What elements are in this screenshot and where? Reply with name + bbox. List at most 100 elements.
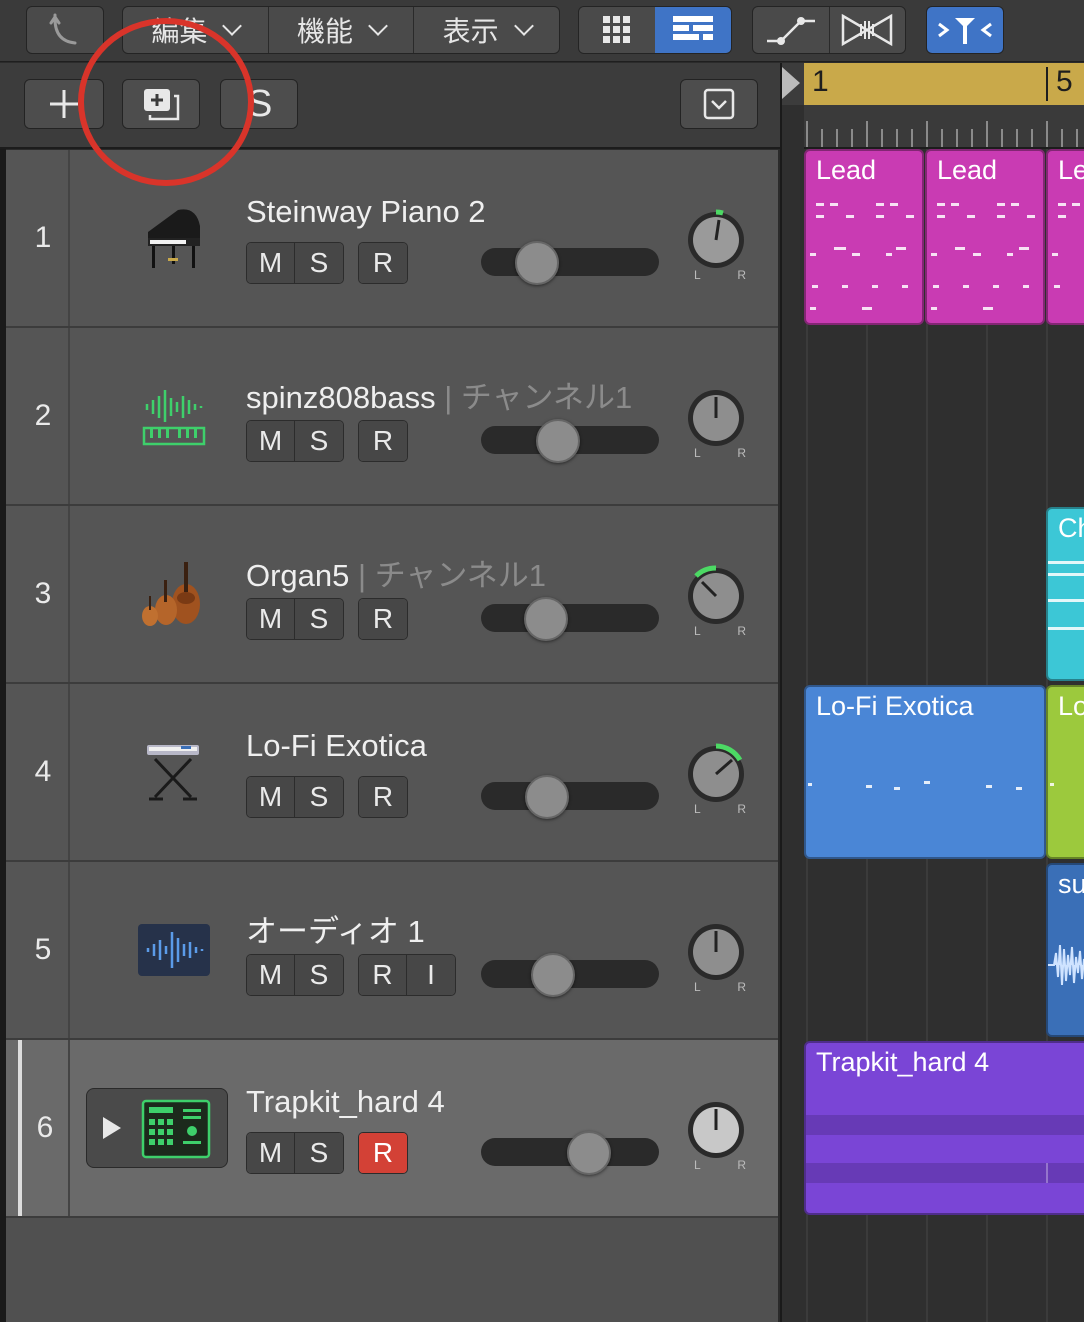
audio-region[interactable]: su <box>1046 863 1084 1037</box>
track-row[interactable]: 4 Lo-Fi Exotica M S R L R <box>6 684 778 862</box>
mute-button[interactable]: M <box>247 1133 295 1173</box>
grid-icon <box>603 16 630 43</box>
track-name[interactable]: Organ5 | チャンネル1 <box>246 550 546 595</box>
region-title: Lead <box>816 155 877 185</box>
region-title: su <box>1058 869 1084 899</box>
pan-knob[interactable] <box>684 386 748 450</box>
track-name[interactable]: Steinway Piano 2 <box>246 194 486 230</box>
record-enable-button[interactable]: R <box>359 243 407 283</box>
volume-fader[interactable] <box>481 419 659 463</box>
solo-button[interactable]: S <box>295 955 343 995</box>
mute-button[interactable]: M <box>247 599 295 639</box>
track-number: 3 <box>18 506 70 682</box>
solo-button[interactable]: S <box>295 421 343 461</box>
tracks-view-button[interactable] <box>655 7 731 53</box>
mute-button[interactable]: M <box>247 955 295 995</box>
track-name[interactable]: spinz808bass | チャンネル1 <box>246 372 632 417</box>
solo-button[interactable]: S <box>295 243 343 283</box>
beat-ruler[interactable] <box>804 105 1084 149</box>
track-name[interactable]: Lo-Fi Exotica <box>246 728 427 764</box>
record-enable-button[interactable]: R <box>359 421 407 461</box>
region-title: Lo-Fi Exotica <box>816 691 974 721</box>
ruler-marker[interactable] <box>782 63 804 105</box>
fader-knob[interactable] <box>536 419 580 463</box>
input-monitor-button[interactable]: I <box>407 955 455 995</box>
track-channel-label: | チャンネル1 <box>358 558 547 593</box>
track-row[interactable]: 3 Organ5 | チャンネル1 M S R L R <box>6 506 778 684</box>
waveform-icon <box>1048 944 1084 986</box>
bar-ruler[interactable]: 1 5 <box>804 63 1084 105</box>
fader-knob[interactable] <box>525 775 569 819</box>
menu-functions[interactable]: 機能 <box>269 7 415 53</box>
play-triangle-icon <box>103 1117 121 1139</box>
track-buttons: M S R <box>246 776 408 818</box>
pan-knob[interactable] <box>684 920 748 984</box>
track-name-text: Trapkit_hard 4 <box>246 1084 445 1119</box>
record-enable-button-armed[interactable]: R <box>359 1133 407 1173</box>
mute-button[interactable]: M <box>247 243 295 283</box>
midi-region[interactable]: Lead <box>925 149 1045 325</box>
pan-knob[interactable] <box>684 564 748 628</box>
fader-knob[interactable] <box>567 1131 611 1175</box>
catch-playhead-button[interactable] <box>926 6 1004 54</box>
track-number: 1 <box>18 150 70 326</box>
drum-machine-designer-button[interactable] <box>86 1088 228 1168</box>
flex-button[interactable] <box>830 7 906 53</box>
pan-lr-labels: LR <box>694 980 746 994</box>
midi-region[interactable]: Lo <box>1046 685 1084 859</box>
track-name[interactable]: Trapkit_hard 4 <box>246 1084 445 1120</box>
record-enable-button[interactable]: R <box>359 599 407 639</box>
flex-time-icon <box>842 13 893 47</box>
chevron-down-icon <box>513 16 534 36</box>
track-row[interactable]: 6 Trapkit_hard 4 M S R L R <box>6 1040 778 1218</box>
track-header-options-button[interactable] <box>680 79 758 129</box>
back-button[interactable] <box>26 6 104 54</box>
mute-button[interactable]: M <box>247 777 295 817</box>
pan-knob[interactable] <box>684 1098 748 1162</box>
fader-knob[interactable] <box>524 597 568 641</box>
volume-fader[interactable] <box>481 597 659 641</box>
automation-button[interactable] <box>753 7 830 53</box>
midi-region[interactable]: Lead <box>804 149 924 325</box>
mute-button[interactable]: M <box>247 421 295 461</box>
drummer-region[interactable]: Trapkit_hard 4 <box>804 1041 1084 1215</box>
plus-icon <box>50 90 78 118</box>
strings-ensemble-icon <box>134 554 214 634</box>
track-row[interactable]: 5 オーディオ 1 M S R I L R <box>6 862 778 1040</box>
track-name-text: Steinway Piano 2 <box>246 194 486 229</box>
menu-view[interactable]: 表示 <box>414 7 559 53</box>
track-name-text: spinz808bass <box>246 380 436 415</box>
automation-tool-group <box>752 6 906 54</box>
track-name-text: Lo-Fi Exotica <box>246 728 427 763</box>
volume-fader[interactable] <box>481 775 659 819</box>
volume-fader[interactable] <box>481 953 659 997</box>
pan-knob[interactable] <box>684 208 748 272</box>
volume-fader[interactable] <box>481 1131 659 1175</box>
record-enable-button[interactable]: R <box>359 777 407 817</box>
track-number: 2 <box>18 328 70 504</box>
pan-knob[interactable] <box>684 742 748 806</box>
volume-fader[interactable] <box>481 241 659 285</box>
track-name[interactable]: オーディオ 1 <box>246 906 425 951</box>
fader-knob[interactable] <box>515 241 559 285</box>
synth-waveform-icon <box>134 376 214 456</box>
solo-button[interactable]: S <box>295 1133 343 1173</box>
arrange-area[interactable]: 1 5 Lead Lead Le <box>780 63 1084 1322</box>
track-row[interactable]: 2 spinz808bass | チャンネル1 M S R L R <box>6 328 778 506</box>
fader-knob[interactable] <box>531 953 575 997</box>
track-buttons: M S R I <box>246 954 456 996</box>
midi-region[interactable]: Le <box>1046 149 1084 325</box>
empty-track-area[interactable] <box>6 1218 778 1322</box>
track-row[interactable]: 1 Steinway Piano 2 M S R L R <box>6 150 778 328</box>
grid-view-button[interactable] <box>579 7 655 53</box>
solo-button[interactable]: S <box>295 599 343 639</box>
pan-lr-labels: LR <box>694 1158 746 1172</box>
solo-button[interactable]: S <box>295 777 343 817</box>
track-number: 6 <box>18 1040 70 1216</box>
annotation-highlight-circle <box>78 18 254 186</box>
record-enable-button[interactable]: R <box>359 955 407 995</box>
catch-playhead-icon <box>938 18 992 44</box>
midi-region[interactable]: Lo-Fi Exotica <box>804 685 1046 859</box>
back-arrow-icon <box>49 13 77 45</box>
midi-region[interactable]: Ch <box>1046 507 1084 681</box>
